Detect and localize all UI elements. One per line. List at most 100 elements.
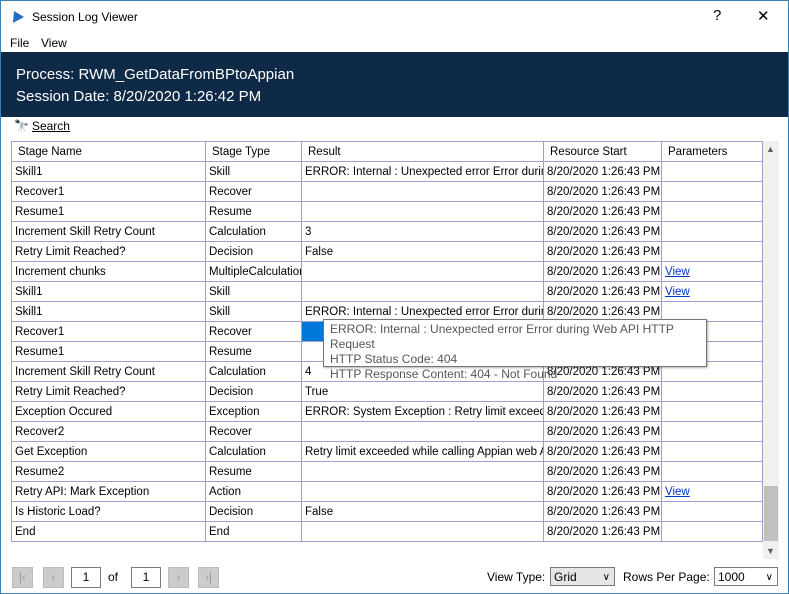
column-header[interactable]: Stage Name bbox=[11, 141, 206, 162]
table-row[interactable]: Retry Limit Reached? Decision False 8/20/20… bbox=[11, 241, 763, 262]
cell: Skill1 bbox=[11, 281, 206, 302]
cell: ERROR: Internal : Unexpected error Error… bbox=[301, 161, 544, 182]
table-row[interactable]: Retry API: Mark Exception Action 8/20/2020… bbox=[11, 481, 763, 502]
scroll-up-icon[interactable]: ▲ bbox=[766, 144, 775, 154]
rows-per-page-value: 1000 bbox=[718, 570, 745, 584]
cell bbox=[661, 501, 763, 522]
help-button[interactable]: ? bbox=[713, 7, 721, 24]
cell: 8/20/2020 1:26:43 PM bbox=[543, 221, 662, 242]
cell: View bbox=[661, 281, 763, 302]
menu-file[interactable]: File bbox=[10, 36, 29, 50]
cell: 8/20/2020 1:26:43 PM bbox=[543, 201, 662, 222]
result-tooltip: ERROR: Internal : Unexpected error Error… bbox=[323, 319, 707, 381]
cell: Exception Occured bbox=[11, 401, 206, 422]
table-row[interactable]: Resume2 Resume 8/20/2020 1:26:43 PM bbox=[11, 461, 763, 482]
cell: 8/20/2020 1:26:43 PM bbox=[543, 161, 662, 182]
table-row[interactable]: Retry Limit Reached? Decision True 8/20/202… bbox=[11, 381, 763, 402]
column-header[interactable]: Resource Start bbox=[543, 141, 662, 162]
menu-view[interactable]: View bbox=[41, 36, 67, 50]
cell bbox=[301, 421, 544, 442]
close-button[interactable]: ✕ bbox=[757, 7, 770, 25]
cell: False bbox=[301, 501, 544, 522]
scroll-down-icon[interactable]: ▼ bbox=[766, 546, 775, 556]
window-title: Session Log Viewer bbox=[32, 10, 138, 24]
column-header[interactable]: Parameters bbox=[661, 141, 763, 162]
cell: Exception bbox=[205, 401, 302, 422]
prev-page-button[interactable]: ‹ bbox=[43, 567, 64, 588]
cell: Skill bbox=[205, 301, 302, 322]
rows-per-page-select[interactable]: 1000 ∨ bbox=[714, 567, 778, 586]
chevron-down-icon: ∨ bbox=[602, 572, 610, 583]
cell: Retry limit exceeded while calling Appia… bbox=[301, 441, 544, 462]
cell: 8/20/2020 1:26:43 PM bbox=[543, 461, 662, 482]
cell: Recover bbox=[205, 181, 302, 202]
cell: Resume bbox=[205, 461, 302, 482]
table-row[interactable]: End End 8/20/2020 1:26:43 PM bbox=[11, 521, 763, 542]
cell: View bbox=[661, 261, 763, 282]
cell: MultipleCalculation bbox=[205, 261, 302, 282]
chevron-down-icon: ∨ bbox=[765, 572, 773, 583]
cell: Calculation bbox=[205, 361, 302, 382]
cell: Decision bbox=[205, 501, 302, 522]
cell: Action bbox=[205, 481, 302, 502]
cell bbox=[301, 201, 544, 222]
cell: Resume bbox=[205, 201, 302, 222]
table-row[interactable]: Recover2 Recover 8/20/2020 1:26:43 PM bbox=[11, 421, 763, 442]
cell: Retry API: Mark Exception bbox=[11, 481, 206, 502]
process-name: Process: RWM_GetDataFromBPtoAppian bbox=[16, 66, 295, 83]
table-row[interactable]: Skill1 Skill 8/20/2020 1:26:43 PM View bbox=[11, 281, 763, 302]
cell: ERROR: System Exception : Retry limit ex… bbox=[301, 401, 544, 422]
view-parameters-link[interactable]: View bbox=[665, 486, 690, 498]
last-page-button[interactable]: ›| bbox=[198, 567, 219, 588]
cell bbox=[661, 241, 763, 262]
view-parameters-link[interactable]: View bbox=[665, 286, 690, 298]
cell: Recover bbox=[205, 321, 302, 342]
search-label[interactable]: Search bbox=[32, 119, 70, 133]
cell: False bbox=[301, 241, 544, 262]
cell: Skill bbox=[205, 281, 302, 302]
table-row[interactable]: Skill1 Skill ERROR: Internal : Unexpected … bbox=[11, 161, 763, 182]
first-page-button[interactable]: |‹ bbox=[12, 567, 33, 588]
cell: Skill bbox=[205, 161, 302, 182]
cell: Calculation bbox=[205, 221, 302, 242]
table-row[interactable]: Resume1Resume 8/20/2020 1:26:43 PM bbox=[11, 201, 763, 222]
column-header[interactable]: Result bbox=[301, 141, 544, 162]
column-header[interactable]: Stage Type bbox=[205, 141, 302, 162]
cell: True bbox=[301, 381, 544, 402]
cell: Calculation bbox=[205, 441, 302, 462]
cell bbox=[301, 181, 544, 202]
scrollbar-thumb[interactable] bbox=[764, 486, 778, 541]
table-row[interactable]: Increment Skill Retry Count Calculation 3 8… bbox=[11, 221, 763, 242]
table-row[interactable]: Get Exception Calculation Retry limit exce… bbox=[11, 441, 763, 462]
tooltip-line: ERROR: Internal : Unexpected error Error… bbox=[330, 322, 674, 351]
cell bbox=[661, 521, 763, 542]
table-row[interactable]: Is Historic Load? Decision False 8/20/2020 … bbox=[11, 501, 763, 522]
table-row[interactable]: Exception Occured Exception ERROR: System … bbox=[11, 401, 763, 422]
cell: 8/20/2020 1:26:43 PM bbox=[543, 521, 662, 542]
table-row[interactable]: Increment chunks MultipleCalculation 8/20/… bbox=[11, 261, 763, 282]
cell: Decision bbox=[205, 381, 302, 402]
tooltip-line: HTTP Status Code: 404 bbox=[330, 352, 458, 366]
cell: Get Exception bbox=[11, 441, 206, 462]
search-link[interactable]: 🔭 Search bbox=[14, 119, 70, 133]
cell: 8/20/2020 1:26:43 PM bbox=[543, 261, 662, 282]
vertical-scrollbar[interactable]: ▲ ▼ bbox=[763, 141, 779, 559]
table-row[interactable]: Recover1Recover 8/20/2020 1:26:43 PM bbox=[11, 181, 763, 202]
view-type-value: Grid bbox=[554, 570, 577, 584]
cell: Recover bbox=[205, 421, 302, 442]
cell: End bbox=[11, 521, 206, 542]
cell: Resume1 bbox=[11, 201, 206, 222]
session-log-viewer-window: Session Log Viewer ? ✕ File View Process… bbox=[0, 0, 789, 594]
cell: Increment Skill Retry Count bbox=[11, 361, 206, 382]
cell: 8/20/2020 1:26:43 PM bbox=[543, 421, 662, 442]
view-parameters-link[interactable]: View bbox=[665, 266, 690, 278]
view-type-label: View Type: bbox=[487, 570, 546, 584]
title-bar: Session Log Viewer ? ✕ bbox=[1, 1, 788, 33]
view-type-select[interactable]: Grid ∨ bbox=[550, 567, 615, 586]
page-input[interactable]: 1 bbox=[71, 567, 101, 588]
cell bbox=[661, 461, 763, 482]
cell: 8/20/2020 1:26:43 PM bbox=[543, 181, 662, 202]
cell: Resume bbox=[205, 341, 302, 362]
cell: 8/20/2020 1:26:43 PM bbox=[543, 481, 662, 502]
next-page-button[interactable]: › bbox=[168, 567, 189, 588]
